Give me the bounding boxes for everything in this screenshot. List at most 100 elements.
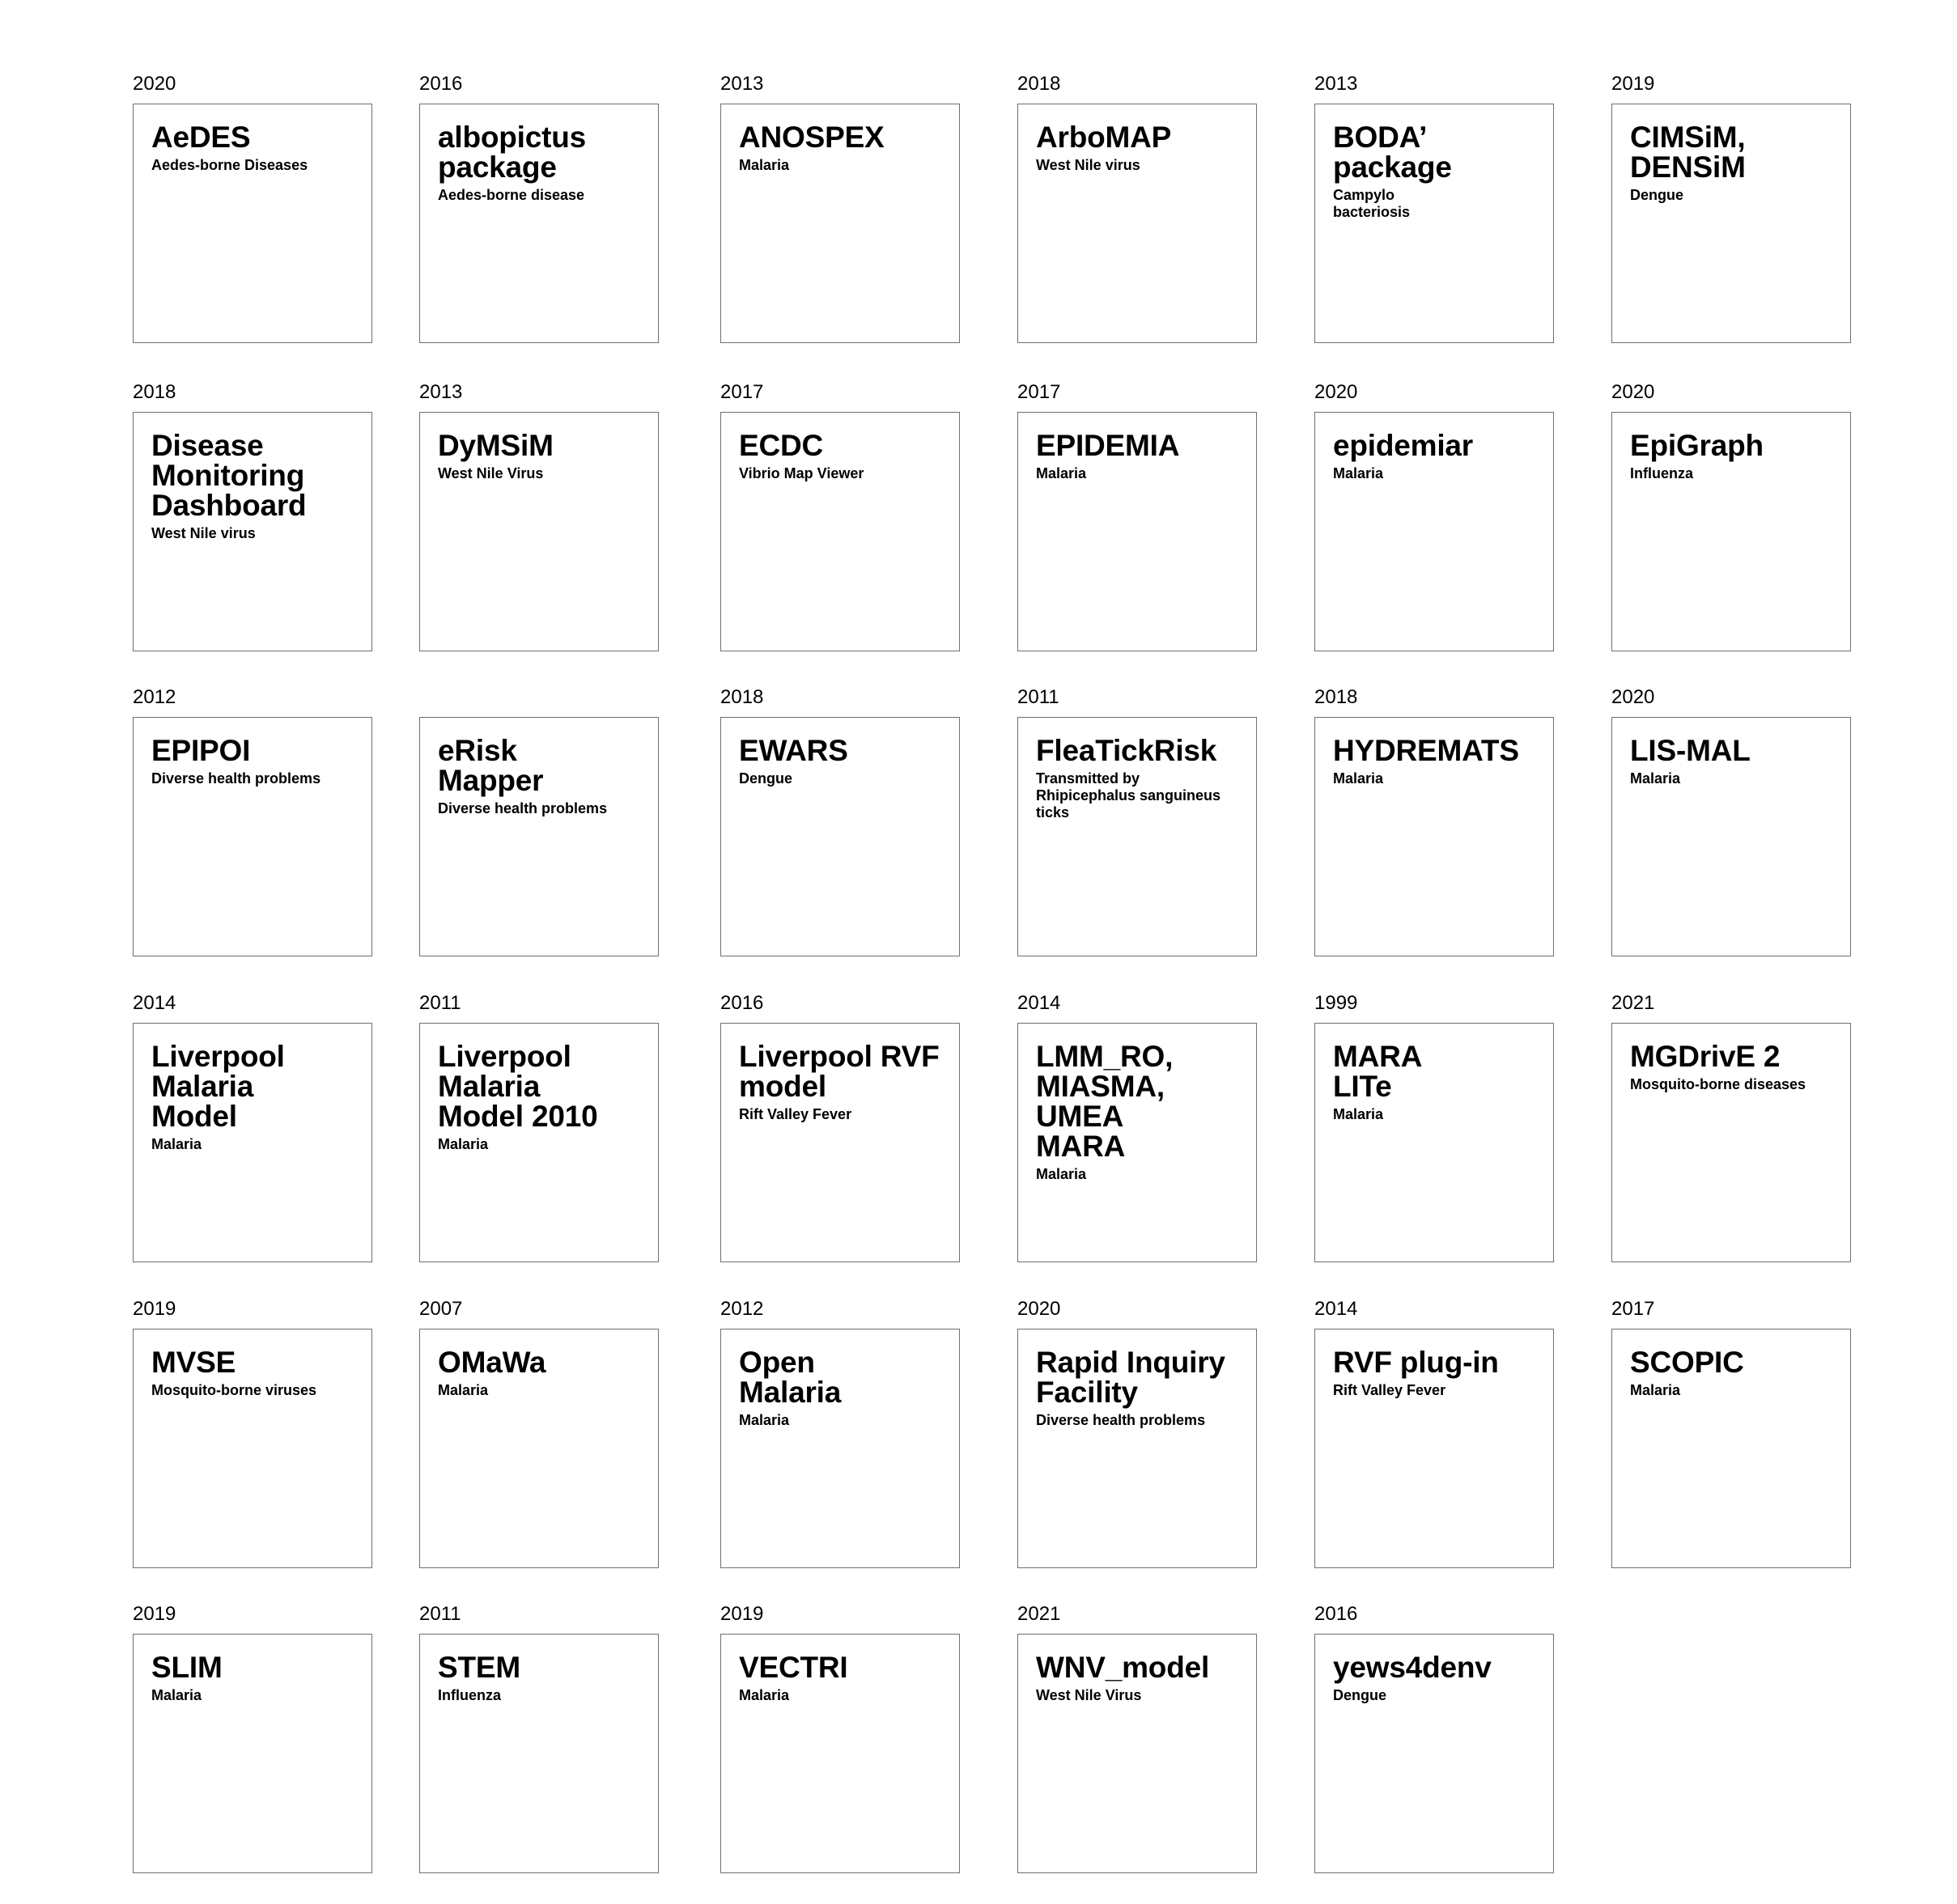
tool-name: HYDREMATS [1333, 734, 1519, 767]
tool-disease: Dengue [1333, 1687, 1387, 1703]
tool-card-box: Disease Monitoring Dashboard West Nile vi… [133, 412, 372, 651]
tool-year: 2019 [133, 1298, 176, 1320]
tool-disease: Mosquito-borne diseases [1630, 1076, 1806, 1092]
tool-name: Liverpool Malaria Model [151, 1040, 285, 1133]
tool-year: 2012 [720, 1298, 764, 1320]
tool-disease: Malaria [438, 1382, 489, 1398]
tool-name: ECDC [739, 429, 824, 462]
tool-card-box: SLIM Malaria [133, 1634, 372, 1873]
tool-year: 2020 [1017, 1298, 1061, 1320]
tool-year: 2019 [720, 1603, 764, 1625]
tool-disease: Malaria [1036, 1166, 1087, 1182]
tool-card-box: Open Malaria Malaria [720, 1329, 960, 1568]
tool-card-box: EWARS Dengue [720, 717, 960, 956]
tool-name: EPIPOI [151, 734, 251, 767]
tool-year: 2021 [1017, 1603, 1061, 1625]
tool-card-box: epidemiar Malaria [1314, 412, 1554, 651]
tool-year: 2018 [133, 381, 176, 403]
tool-disease: Aedes-borne Diseases [151, 157, 308, 173]
tool-card-box: AeDES Aedes-borne Diseases [133, 104, 372, 343]
tool-year: 2020 [133, 73, 176, 95]
tool-card-box: ArboMAP West Nile virus [1017, 104, 1257, 343]
tool-name: SCOPIC [1630, 1346, 1744, 1379]
tool-name: yews4denv [1333, 1651, 1492, 1684]
tool-card-box: MGDrivE 2 Mosquito-borne diseases [1611, 1023, 1851, 1262]
tool-name: LIS-MAL [1630, 734, 1751, 767]
tool-card-box: VECTRI Malaria [720, 1634, 960, 1873]
tool-card-box: CIMSiM, DENSiM Dengue [1611, 104, 1851, 343]
tool-card-box: EpiGraph Influenza [1611, 412, 1851, 651]
tool-disease: Influenza [1630, 465, 1694, 481]
tool-disease: Mosquito-borne viruses [151, 1382, 317, 1398]
tool-disease: Diverse health problems [438, 800, 608, 816]
tool-card-box: ANOSPEX Malaria [720, 104, 960, 343]
tool-card-box: RVF plug-in Rift Valley Fever [1314, 1329, 1554, 1568]
tool-card-box: MVSE Mosquito-borne viruses [133, 1329, 372, 1568]
tool-disease: Malaria [739, 1412, 790, 1428]
tool-year: 2018 [720, 686, 764, 708]
tool-year: 2014 [1314, 1298, 1358, 1320]
tool-disease: West Nile Virus [438, 465, 544, 481]
tool-year: 2019 [1611, 73, 1655, 95]
tool-name: MGDrivE 2 [1630, 1040, 1781, 1073]
tool-card-box: OMaWa Malaria [419, 1329, 659, 1568]
tool-disease: Malaria [1333, 770, 1384, 787]
tool-card-box: LMM_RO, MIASMA, UMEA MARA Malaria [1017, 1023, 1257, 1262]
tool-disease: Diverse health problems [1036, 1412, 1206, 1428]
tool-year: 1999 [1314, 992, 1358, 1014]
tool-disease: Malaria [438, 1136, 489, 1152]
tool-card-box: Liverpool Malaria Model 2010 Malaria [419, 1023, 659, 1262]
tool-disease: Rift Valley Fever [1333, 1382, 1446, 1398]
tool-card-box: Liverpool RVF model Rift Valley Fever [720, 1023, 960, 1262]
tool-year: 2017 [1017, 381, 1061, 403]
tool-name: MVSE [151, 1346, 236, 1379]
tool-card-box: EPIPOI Diverse health problems [133, 717, 372, 956]
tool-name: AeDES [151, 121, 251, 154]
tool-name: Open Malaria [739, 1346, 842, 1409]
tool-name: EPIDEMIA [1036, 429, 1180, 462]
tool-card-box: HYDREMATS Malaria [1314, 717, 1554, 956]
tool-name: RVF plug-in [1333, 1346, 1499, 1379]
tool-card-box: EPIDEMIA Malaria [1017, 412, 1257, 651]
tool-card-box: yews4denv Dengue [1314, 1634, 1554, 1873]
tool-name: ArboMAP [1036, 121, 1172, 154]
tool-card-box: eRisk Mapper Diverse health problems [419, 717, 659, 956]
tool-name: epidemiar [1333, 429, 1473, 462]
tool-disease: Transmitted by Rhipicephalus sanguineus … [1036, 770, 1221, 821]
tool-disease: West Nile virus [1036, 157, 1140, 173]
tool-year: 2016 [1314, 1603, 1358, 1625]
tool-disease: Dengue [739, 770, 793, 787]
tool-name: CIMSiM, DENSiM [1630, 121, 1746, 184]
tool-card-box: LIS-MAL Malaria [1611, 717, 1851, 956]
tool-name: FleaTickRisk [1036, 734, 1217, 767]
tool-disease: Malaria [1630, 1382, 1681, 1398]
tool-name: eRisk Mapper [438, 734, 544, 797]
tool-name: OMaWa [438, 1346, 546, 1379]
tool-disease: Rift Valley Fever [739, 1106, 852, 1122]
tool-name: VECTRI [739, 1651, 848, 1684]
tool-name: LMM_RO, MIASMA, UMEA MARA [1036, 1040, 1174, 1163]
tool-card-box: BODA’ package Campylo bacteriosis [1314, 104, 1554, 343]
tool-disease: West Nile virus [151, 525, 256, 541]
tool-disease: Malaria [1630, 770, 1681, 787]
tool-year: 2013 [720, 73, 764, 95]
tool-year: 2020 [1314, 381, 1358, 403]
tool-year: 2013 [1314, 73, 1358, 95]
tool-card-box: FleaTickRisk Transmitted by Rhipicephalus… [1017, 717, 1257, 956]
tool-year: 2018 [1314, 686, 1358, 708]
tools-grid: 2020 AeDES Aedes-borne Diseases 2016 albopic… [0, 0, 1957, 1904]
tool-year: 2012 [133, 686, 176, 708]
tool-card-box: Liverpool Malaria Model Malaria [133, 1023, 372, 1262]
tool-year: 2017 [1611, 1298, 1655, 1320]
tool-year: 2016 [419, 73, 463, 95]
tool-card-box: DyMSiM West Nile Virus [419, 412, 659, 651]
tool-disease: Malaria [1036, 465, 1087, 481]
tool-year: 2020 [1611, 686, 1655, 708]
tool-disease: Malaria [739, 157, 790, 173]
tool-year: 2019 [133, 1603, 176, 1625]
tool-disease: Diverse health problems [151, 770, 321, 787]
tool-disease: Dengue [1630, 187, 1684, 203]
tool-card-box: ECDC Vibrio Map Viewer [720, 412, 960, 651]
tool-disease: Malaria [151, 1687, 202, 1703]
tool-disease: Vibrio Map Viewer [739, 465, 864, 481]
